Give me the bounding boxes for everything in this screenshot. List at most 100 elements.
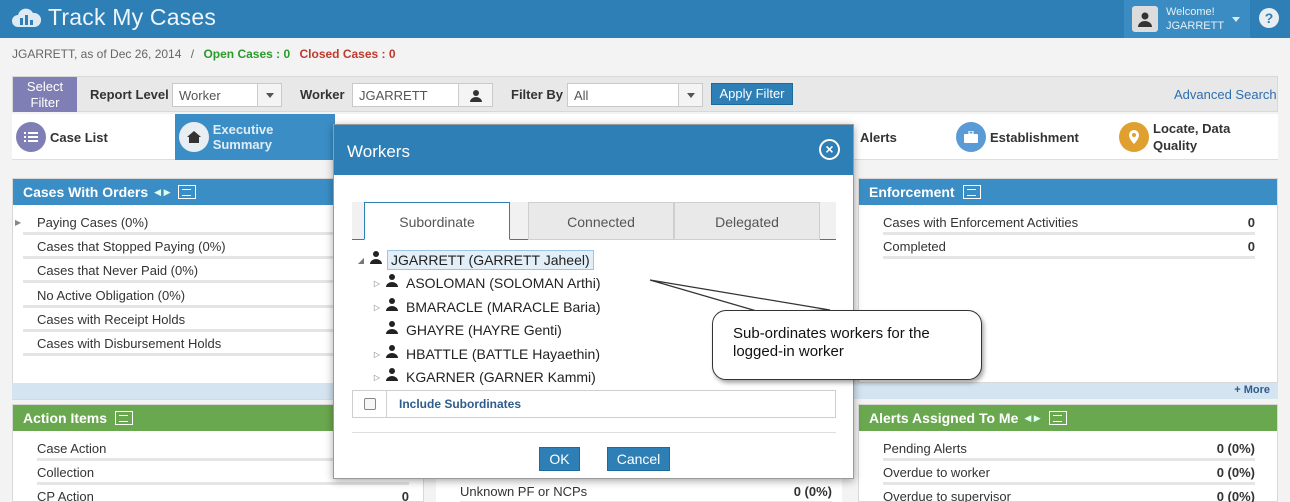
dialog-header: Workers ×	[334, 125, 853, 175]
tab-case-list[interactable]: Case List	[16, 114, 108, 160]
filter-by-value: All	[574, 88, 589, 103]
tab-locate-data-quality[interactable]: Locate, Data Quality	[1119, 114, 1249, 160]
worker-value: JGARRETT	[359, 88, 428, 103]
tree-node-label: KGARNER (GARNER Kammi)	[406, 369, 596, 385]
username-text: JGARRETT	[1166, 20, 1225, 32]
list-item[interactable]: Completed 0	[883, 239, 1255, 259]
worker-label: Worker	[300, 87, 345, 102]
dialog-tabs: Subordinate Connected Delegated	[352, 202, 836, 240]
list-item[interactable]: Overdue to worker 0 (0%)	[883, 465, 1255, 485]
avatar	[1132, 6, 1158, 32]
help-icon[interactable]: ?	[1259, 8, 1279, 28]
tree-node[interactable]: ▷ BMARACLE (MARACLE Baria)	[372, 296, 604, 318]
document-icon[interactable]	[115, 411, 134, 425]
worker-lookup-button[interactable]	[458, 84, 492, 106]
list-item[interactable]: Cases that Stopped Paying (0%)	[23, 239, 335, 259]
tree-node-label: GHAYRE (HAYRE Genti)	[406, 322, 562, 338]
tree-node[interactable]: ▷ HBATTLE (BATTLE Hayaethin)	[372, 343, 603, 365]
filter-by-select[interactable]: All	[567, 83, 703, 107]
list-item[interactable]: Cases with Enforcement Activities 0	[883, 215, 1255, 235]
workers-dialog: Workers × Subordinate Connected Delegate…	[333, 124, 854, 479]
context-line: JGARRETT, as of Dec 26, 2014 / Open Case…	[12, 47, 396, 61]
report-level-select[interactable]: Worker	[172, 83, 282, 107]
panel-header: Alerts Assigned To Me ◀ ▶	[859, 405, 1277, 431]
chevron-down-icon	[1232, 16, 1241, 22]
expand-icon[interactable]: ▷	[372, 350, 382, 359]
list-item[interactable]: Overdue to supervisor 0 (0%)	[883, 489, 1255, 502]
list-item[interactable]: CP Action 0	[37, 489, 409, 502]
tree-node-label: BMARACLE (MARACLE Baria)	[406, 299, 601, 315]
list-item[interactable]: Cases with Disbursement Holds	[23, 336, 335, 356]
expand-icon[interactable]: ▷	[372, 373, 382, 382]
list-item[interactable]: Cases with Receipt Holds	[23, 312, 335, 332]
worker-field[interactable]: JGARRETT	[352, 83, 493, 107]
list-item[interactable]: ▶ Paying Cases (0%)	[15, 215, 335, 235]
filter-bar: Select Filter Report Level Worker Worker…	[12, 76, 1278, 112]
arrows-icon[interactable]: ◀ ▶	[154, 187, 170, 198]
list-item[interactable]: Cases that Never Paid (0%)	[23, 263, 335, 283]
ok-button[interactable]: OK	[539, 447, 580, 471]
panel-title: Enforcement	[869, 184, 955, 200]
user-icon	[1138, 12, 1152, 27]
as-of-text: JGARRETT, as of Dec 26, 2014	[12, 47, 182, 61]
cancel-button[interactable]: Cancel	[607, 447, 670, 471]
tree-node-root[interactable]: ◢ JGARRETT (GARRETT Jaheel)	[356, 249, 594, 271]
expand-icon[interactable]: ▶	[15, 218, 21, 227]
app-title: Track My Cases	[48, 4, 217, 30]
tab-alerts[interactable]: Alerts	[860, 114, 897, 160]
panel-title: Cases With Orders	[23, 184, 149, 200]
include-subordinates-row: Include Subordinates	[352, 390, 836, 418]
tab-connected[interactable]: Connected	[528, 202, 674, 240]
tree-node[interactable]: GHAYRE (HAYRE Genti)	[372, 319, 565, 341]
panel-title: Action Items	[23, 410, 108, 426]
document-icon[interactable]	[962, 185, 981, 199]
collapse-icon[interactable]: ◢	[356, 256, 366, 265]
checkbox-icon	[363, 398, 376, 410]
tab-label: Case List	[50, 129, 108, 145]
tree-node[interactable]: ▷ KGARNER (GARNER Kammi)	[372, 366, 599, 388]
select-filter-button[interactable]: Select Filter	[13, 77, 77, 112]
tab-label: Locate, Data Quality	[1153, 121, 1231, 153]
tab-establishment[interactable]: Establishment	[956, 114, 1079, 160]
dialog-title: Workers	[347, 142, 410, 161]
callout-text: Sub-ordinates workers for the logged-in …	[733, 325, 930, 360]
list-item[interactable]: Pending Alerts 0 (0%)	[883, 441, 1255, 461]
expand-icon[interactable]: ▷	[372, 279, 382, 288]
more-link[interactable]: + More	[1234, 384, 1270, 396]
person-icon	[386, 368, 398, 381]
separator: /	[190, 47, 195, 61]
person-icon	[469, 89, 482, 102]
document-icon[interactable]	[178, 185, 197, 199]
user-menu[interactable]: Welcome! JGARRETT	[1124, 0, 1250, 38]
person-icon	[386, 321, 398, 334]
apply-filter-button[interactable]: Apply Filter	[711, 83, 793, 105]
arrows-icon[interactable]: ◀ ▶	[1024, 413, 1040, 424]
close-icon[interactable]: ×	[819, 139, 840, 160]
alerts-assigned-panel: Alerts Assigned To Me ◀ ▶ Pending Alerts…	[858, 404, 1278, 502]
filter-by-label: Filter By	[511, 87, 564, 102]
list-item[interactable]: Unknown PF or NCPs 0 (0%)	[460, 484, 832, 502]
tab-subordinate[interactable]: Subordinate	[364, 202, 510, 240]
include-subordinates-label[interactable]: Include Subordinates	[399, 397, 521, 411]
briefcase-icon	[956, 122, 986, 152]
include-subordinates-checkbox[interactable]	[353, 391, 387, 417]
panel-title: Alerts Assigned To Me	[869, 410, 1019, 426]
panel-header: Enforcement	[859, 179, 1277, 205]
person-icon	[386, 274, 398, 287]
list-item[interactable]: No Active Obligation (0%)	[23, 288, 335, 308]
tree-node-label: ASOLOMAN (SOLOMAN Arthi)	[406, 275, 601, 291]
home-icon	[179, 122, 209, 152]
welcome-text: Welcome!	[1166, 6, 1215, 18]
tab-executive-summary[interactable]: Executive Summary	[175, 114, 335, 160]
brand[interactable]: Track My Cases	[10, 4, 216, 31]
tree-node[interactable]: ▷ ASOLOMAN (SOLOMAN Arthi)	[372, 272, 603, 294]
tab-delegated[interactable]: Delegated	[674, 202, 820, 240]
document-icon[interactable]	[1048, 411, 1067, 425]
advanced-search-link[interactable]: Advanced Search	[1174, 87, 1277, 102]
expand-icon[interactable]: ▷	[372, 303, 382, 312]
map-pin-icon	[1119, 122, 1149, 152]
tab-label: Alerts	[860, 129, 897, 145]
report-level-label: Report Level	[90, 87, 169, 102]
closed-cases-count: Closed Cases : 0	[299, 47, 396, 61]
person-icon	[386, 345, 398, 358]
